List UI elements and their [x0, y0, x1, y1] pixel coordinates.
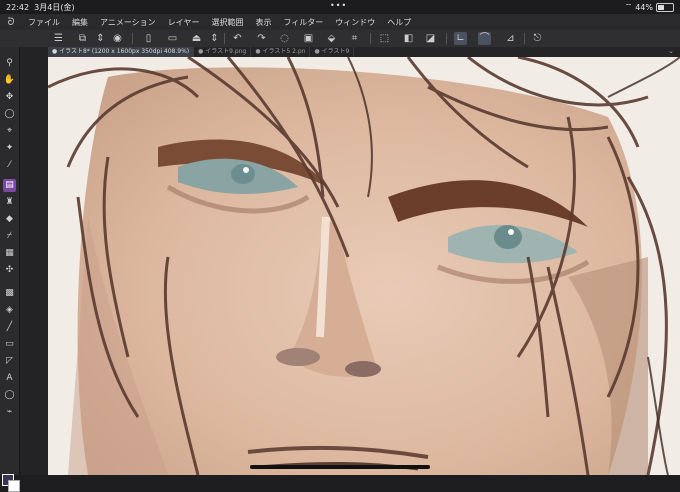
- redo-icon[interactable]: ↷: [255, 32, 268, 45]
- snap-ruler-icon[interactable]: ∟: [454, 32, 467, 45]
- move-icon[interactable]: ✥: [3, 91, 16, 104]
- deselect-icon[interactable]: ⬚: [378, 32, 391, 45]
- status-bar: 22:42 3月4日(金) ••• ⌔ 44%: [0, 0, 680, 14]
- tool-palette: ⚲ ✋ ✥ ◯ ⌖ ✦ ⁄ ▤ ♜ ◆ ⌿ ▦ ✣ ▩ ◈ ╱ ▭ ◸ A ◯ …: [0, 47, 20, 492]
- clip-studio-logo-icon[interactable]: ᘐ: [0, 17, 22, 28]
- eyedropper-icon[interactable]: ⁄: [3, 159, 16, 172]
- view-icon[interactable]: ⚲: [3, 57, 16, 70]
- pencil-icon[interactable]: ⌿: [3, 230, 16, 243]
- command-bar: ☰ ⧉ ⇕ ◉ ▯ ▭ ⏏ ⇕ ↶ ↷ ◌ ▣ ⬙ ⌗ ⬚ ◧ ◪ ∟ ⌒ ⊿ …: [0, 30, 680, 48]
- save-icon[interactable]: ⏏: [190, 32, 203, 45]
- quick-access-icon[interactable]: ⎋: [531, 32, 544, 45]
- tab-illust8[interactable]: ● イラスト8* (1200 x 1600px 350dpi 408.9%): [48, 47, 195, 57]
- selection-mode-icon[interactable]: ◪: [424, 32, 437, 45]
- sub-color-swatch[interactable]: [8, 480, 20, 492]
- menu-help[interactable]: ヘルプ: [381, 17, 417, 28]
- eraser-icon[interactable]: ◆: [3, 213, 16, 226]
- frame-icon[interactable]: ▦: [3, 247, 16, 260]
- text-icon[interactable]: A: [3, 372, 16, 385]
- snap-grid-icon[interactable]: ⊿: [504, 32, 517, 45]
- brush-icon[interactable]: ▤: [3, 179, 16, 192]
- tab-illust5-2[interactable]: ● イラスト5 2.pn: [251, 47, 311, 57]
- drawing-canvas[interactable]: [48, 57, 680, 475]
- gradient-icon[interactable]: ▩: [3, 287, 16, 300]
- menu-file[interactable]: ファイル: [22, 17, 66, 28]
- lasso-select-icon[interactable]: ⌖: [3, 125, 16, 138]
- chevron-updown-icon[interactable]: ⇕: [208, 32, 221, 45]
- airbrush-icon[interactable]: ♜: [3, 196, 16, 209]
- menu-selection[interactable]: 選択範囲: [205, 17, 249, 28]
- visibility-icon[interactable]: ◉: [111, 32, 124, 45]
- lasso-icon[interactable]: ◯: [3, 108, 16, 121]
- transform-icon[interactable]: ⬙: [325, 32, 338, 45]
- home-indicator[interactable]: [250, 465, 430, 469]
- menu-icon[interactable]: ☰: [52, 32, 65, 45]
- status-time: 22:42 3月4日(金): [6, 3, 75, 12]
- painting-artwork: [48, 57, 680, 475]
- battery-status: ⌔ 44%: [625, 2, 674, 12]
- ruler-icon[interactable]: ◸: [3, 355, 16, 368]
- menu-layer[interactable]: レイヤー: [162, 17, 206, 28]
- menu-view[interactable]: 表示: [249, 17, 277, 28]
- hand-icon[interactable]: ✋: [3, 74, 16, 87]
- new-canvas-icon[interactable]: ⧉: [76, 32, 89, 45]
- invert-selection-icon[interactable]: ◧: [402, 32, 415, 45]
- magic-wand-icon[interactable]: ✦: [3, 142, 16, 155]
- balloon-icon[interactable]: ◯: [3, 389, 16, 402]
- line-icon[interactable]: ╱: [3, 321, 16, 334]
- tabs-chevron-down-icon[interactable]: ⌄: [668, 47, 674, 55]
- crop-icon[interactable]: ⌗: [348, 32, 361, 45]
- chevron-updown-icon[interactable]: ⇕: [94, 32, 107, 45]
- shape-icon[interactable]: ▭: [3, 338, 16, 351]
- open-folder-icon[interactable]: ▭: [166, 32, 179, 45]
- document-tabs: ● イラスト8* (1200 x 1600px 350dpi 408.9%) ●…: [48, 47, 680, 57]
- menu-edit[interactable]: 編集: [66, 17, 94, 28]
- menu-filter[interactable]: フィルター: [277, 17, 329, 28]
- correction-icon[interactable]: ⌁: [3, 406, 16, 419]
- undo-icon[interactable]: ↶: [231, 32, 244, 45]
- fill-bucket-icon[interactable]: ◈: [3, 304, 16, 317]
- snap-special-icon[interactable]: ⌒: [478, 32, 491, 45]
- wifi-icon: ⌔: [624, 2, 633, 11]
- decoration-icon[interactable]: ✣: [3, 264, 16, 277]
- tab-illust9[interactable]: ● イラスト9: [310, 47, 355, 57]
- fill-icon[interactable]: ▣: [302, 32, 315, 45]
- multitask-dots[interactable]: •••: [330, 1, 347, 10]
- menu-animation[interactable]: アニメーション: [94, 17, 162, 28]
- clear-icon[interactable]: ◌: [278, 32, 291, 45]
- tab-illust9-png[interactable]: ● イラスト9.png: [194, 47, 252, 57]
- canvas-gutter: [20, 47, 48, 475]
- new-file-icon[interactable]: ▯: [142, 32, 155, 45]
- menu-bar: ᘐ ファイル 編集 アニメーション レイヤー 選択範囲 表示 フィルター ウィン…: [0, 14, 680, 30]
- battery-icon: [656, 2, 674, 12]
- battery-percent: 44%: [635, 2, 653, 12]
- menu-window[interactable]: ウィンドウ: [329, 17, 381, 28]
